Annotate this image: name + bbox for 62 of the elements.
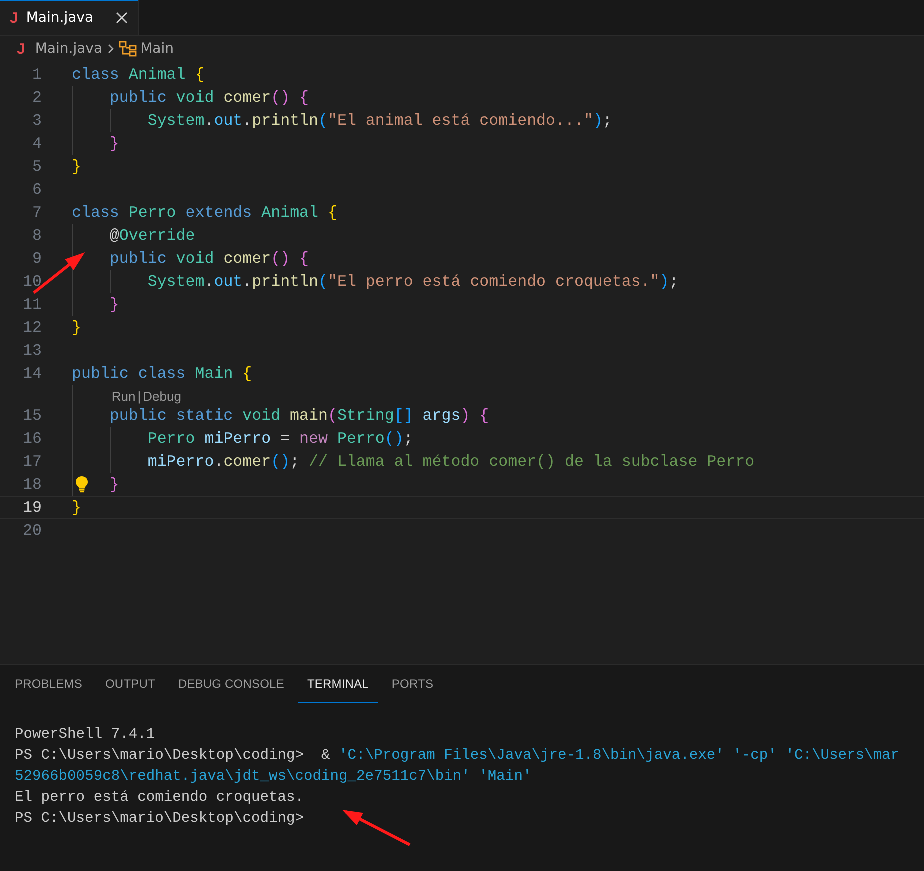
annotation-arrow (342, 810, 411, 846)
terminal-line: PowerShell 7.4.1 (15, 726, 156, 745)
line-number: 20 (22, 522, 42, 540)
close-icon[interactable] (116, 12, 128, 24)
line-number: 1 (32, 66, 42, 84)
terminal-line: El perro está comiendo croquetas. (15, 789, 304, 808)
line-number: 10 (22, 272, 42, 290)
code-line: Perro miPerro = new Perro(); (148, 430, 414, 448)
line-number: 19 (22, 498, 42, 516)
line-number: 17 (22, 452, 42, 470)
code-line: class Perro extends Animal { (72, 204, 338, 222)
code-line: } (110, 296, 120, 314)
lightbulb-icon[interactable] (75, 476, 89, 493)
line-number: 14 (22, 364, 42, 382)
code-line: } (110, 134, 120, 152)
codelens-separator: | (138, 389, 142, 404)
code-line: class Animal { (72, 66, 205, 84)
class-symbol-icon (118, 41, 137, 57)
breadcrumb-item[interactable]: Main.java (35, 41, 103, 57)
codelens-link[interactable]: Run (112, 389, 136, 404)
code-line: System.out.println("El animal está comiendo..."); (148, 112, 612, 130)
panel-tab[interactable]: OUTPUT (96, 665, 164, 703)
indent-guide (110, 109, 111, 132)
code-line: public void comer() { (110, 250, 310, 268)
code-line: miPerro.comer(); // Llama al método comer() de la subclase Perro (148, 452, 755, 470)
line-number: 18 (22, 476, 42, 494)
line-number: 4 (32, 134, 42, 152)
line-number: 8 (32, 226, 42, 244)
line-number: 5 (32, 158, 42, 176)
code-line: } (72, 498, 82, 516)
line-number: 15 (22, 406, 42, 424)
indent-guide (110, 270, 111, 293)
line-number: 16 (22, 430, 42, 448)
code-line: @Override (110, 226, 196, 244)
panel-tab[interactable]: TERMINAL (298, 665, 378, 703)
breadcrumb-item[interactable]: Main (140, 41, 174, 57)
code-line: public void comer() { (110, 88, 310, 106)
line-number: 3 (32, 112, 42, 130)
chevron-icon (106, 43, 115, 55)
line-number: 11 (22, 296, 42, 314)
line-number: 7 (32, 204, 42, 222)
line-number: 9 (32, 250, 42, 268)
editor-tab[interactable]: J Main.java (0, 0, 139, 35)
java-file-icon: J (10, 10, 18, 26)
java-file-icon: J (17, 40, 26, 58)
terminal-line: 52966b0059c8\redhat.java\jdt_ws\coding_2e7511c7\bin' 'Main' (15, 768, 532, 787)
code-line: System.out.println("El perro está comiendo croquetas."); (148, 272, 679, 290)
panel-tab[interactable]: DEBUG CONSOLE (169, 665, 294, 703)
code-line: public class Main { (72, 364, 252, 382)
terminal-line: PS C:\Users\mario\Desktop\coding> (15, 810, 304, 829)
code-line: } (72, 158, 82, 176)
line-number: 2 (32, 88, 42, 106)
line-number: 6 (32, 180, 42, 198)
code-line: } (110, 476, 120, 494)
line-number: 13 (22, 342, 42, 360)
panel-tab[interactable]: PORTS (382, 665, 443, 703)
line-number: 12 (22, 318, 42, 336)
panel-tab[interactable]: PROBLEMS (6, 665, 92, 703)
code-line: } (72, 318, 82, 336)
codelens-link[interactable]: Debug (143, 389, 182, 404)
terminal-line: PS C:\Users\mario\Desktop\coding> & 'C:\Program Files\Java\jre-1.8\bin\java.exe' '-cp' 'C:\Users\mar (15, 747, 900, 766)
code-line: public static void main(String[] args) { (110, 406, 490, 424)
